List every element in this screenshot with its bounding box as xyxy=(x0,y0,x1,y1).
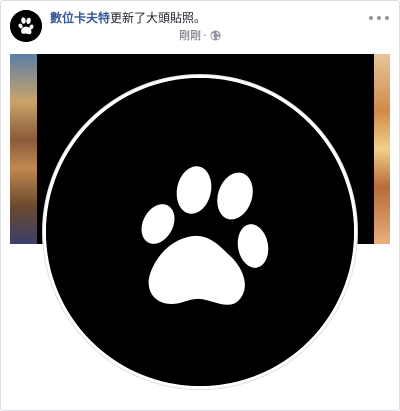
meta-separator: · xyxy=(203,29,207,42)
paw-icon xyxy=(46,78,354,386)
post-card: 數位卡夫特更新了大頭貼照。 剛剛 · xyxy=(0,0,400,411)
cover-art-left xyxy=(10,54,37,244)
globe-icon[interactable] xyxy=(209,30,221,41)
more-options-icon xyxy=(369,16,373,20)
cover-art-right xyxy=(374,54,390,244)
post-meta: 剛剛 · xyxy=(179,29,221,42)
profile-picture[interactable] xyxy=(43,75,357,389)
page-avatar[interactable] xyxy=(10,10,42,42)
post-header: 數位卡夫特更新了大頭貼照。 剛剛 · xyxy=(1,1,399,51)
paw-icon xyxy=(10,10,42,42)
post-headline: 數位卡夫特更新了大頭貼照。 xyxy=(50,10,206,26)
more-options-button[interactable] xyxy=(369,11,389,25)
post-timestamp[interactable]: 剛剛 xyxy=(179,29,201,42)
post-action-text: 更新了大頭貼照。 xyxy=(110,11,207,25)
page-name-link[interactable]: 數位卡夫特 xyxy=(50,11,110,25)
